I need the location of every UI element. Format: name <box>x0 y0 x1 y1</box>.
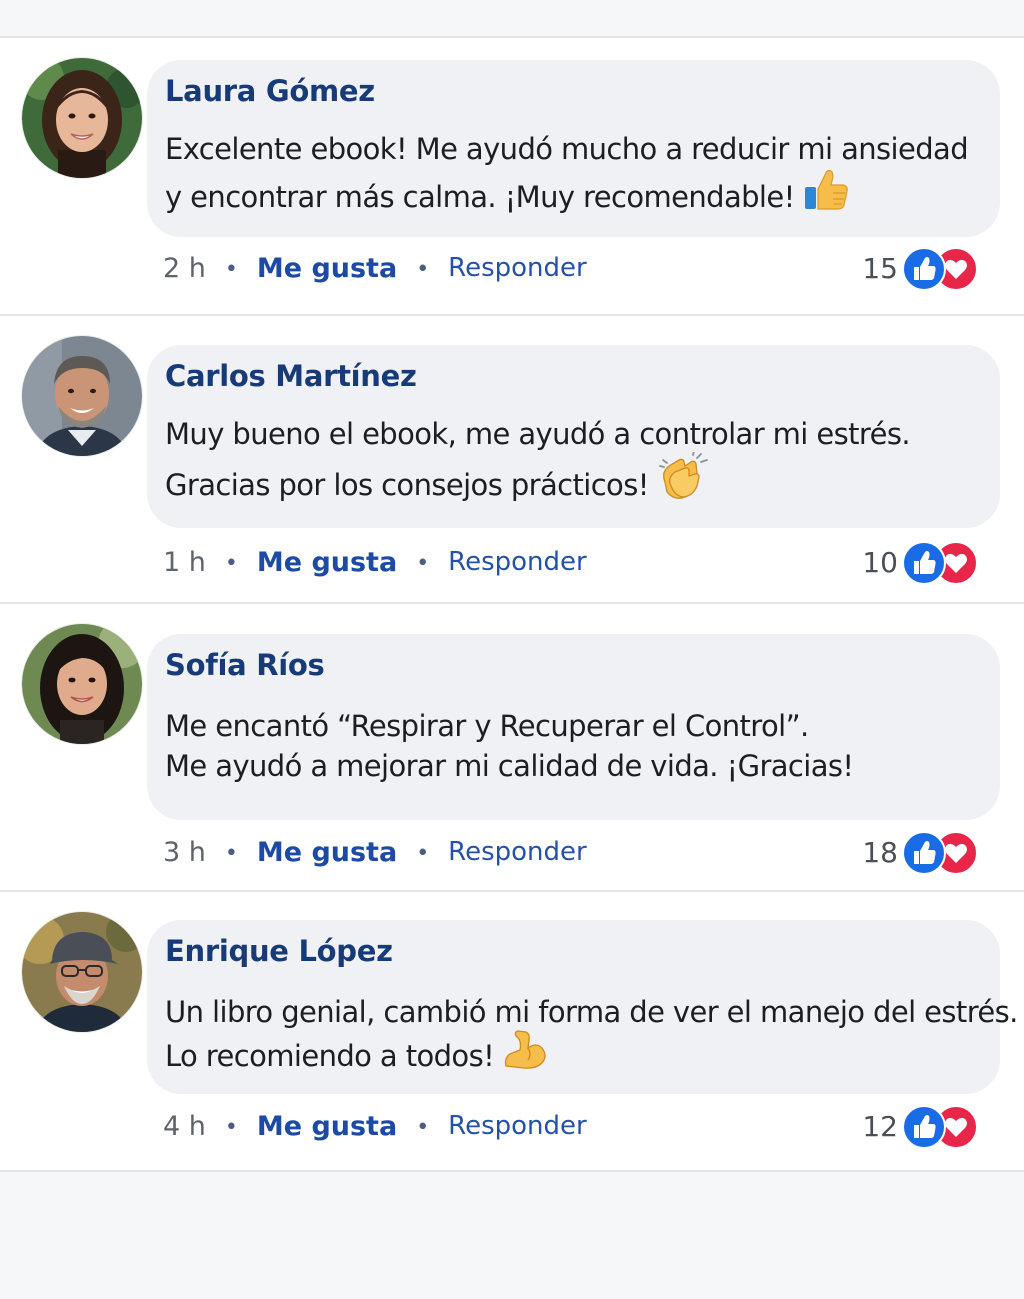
flexed-biceps-icon <box>502 1028 548 1080</box>
top-band <box>0 0 1024 38</box>
comment-actions: 2 h • Me gusta • Responder 15 <box>163 247 978 291</box>
like-button[interactable]: Me gusta <box>257 1111 397 1142</box>
reply-button[interactable]: Responder <box>448 253 587 283</box>
reaction-icons <box>902 247 978 291</box>
comment-text: Muy bueno el ebook, me ayudó a controlar… <box>165 413 980 518</box>
like-reaction-icon <box>902 541 946 585</box>
reactions-summary[interactable]: 12 <box>862 1105 978 1149</box>
comment-bubble: Enrique López Un libro genial, cambió mi… <box>147 920 1018 1094</box>
comment-timestamp[interactable]: 3 h <box>163 837 206 868</box>
comment-bubble: Sofía Ríos Me encantó “Respirar y Recupe… <box>147 634 1000 820</box>
comment-text-line: y encontrar más calma. ¡Muy recomendable… <box>165 180 795 214</box>
reply-button[interactable]: Responder <box>448 547 587 577</box>
like-reaction-icon <box>902 247 946 291</box>
comment-text-line: Gracias por los consejos prácticos! <box>165 468 649 502</box>
avatar-sofia-rios[interactable] <box>22 624 142 744</box>
avatar-enrique-lopez[interactable] <box>22 912 142 1032</box>
separator-dot: • <box>224 550 238 576</box>
comment-actions: 1 h • Me gusta • Responder 10 <box>163 541 978 585</box>
like-button[interactable]: Me gusta <box>257 253 397 284</box>
separator-dot: • <box>224 840 238 866</box>
avatar-carlos-martinez[interactable] <box>22 336 142 456</box>
comment-bubble: Laura Gómez Excelente ebook! Me ayudó mu… <box>147 60 1000 237</box>
reactions-summary[interactable]: 18 <box>862 831 978 875</box>
comment-text-line-with-emoji: Lo recomiendo a todos! <box>165 1030 980 1084</box>
comment-text-line: Lo recomiendo a todos! <box>165 1039 495 1073</box>
comment-text: Me encantó “Respirar y Recuperar el Cont… <box>165 706 980 786</box>
separator-dot: • <box>416 840 430 866</box>
comment-timestamp[interactable]: 2 h <box>163 253 206 284</box>
comment-text-line: Muy bueno el ebook, me ayudó a controlar… <box>165 417 911 451</box>
comment-timestamp[interactable]: 1 h <box>163 547 206 578</box>
comment-author[interactable]: Laura Gómez <box>165 74 980 108</box>
like-button[interactable]: Me gusta <box>257 547 397 578</box>
like-button[interactable]: Me gusta <box>257 837 397 868</box>
avatar-laura-gomez[interactable] <box>22 58 142 178</box>
comment-text-line: Me encantó “Respirar y Recuperar el Cont… <box>165 709 809 743</box>
separator-dot: • <box>224 1114 238 1140</box>
reaction-count: 18 <box>862 835 898 869</box>
comment-text-line: Me ayudó a mejorar mi calidad de vida. ¡… <box>165 749 854 783</box>
comment-item: Enrique López Un libro genial, cambió mi… <box>0 892 1024 1172</box>
reply-button[interactable]: Responder <box>448 837 587 867</box>
separator-dot: • <box>224 256 238 282</box>
comment-timestamp[interactable]: 4 h <box>163 1111 206 1142</box>
reactions-summary[interactable]: 10 <box>862 541 978 585</box>
reactions-summary[interactable]: 15 <box>862 247 978 291</box>
comment-text-line-with-emoji: Gracias por los consejos prácticos! <box>165 450 980 518</box>
like-reaction-icon <box>902 831 946 875</box>
comment-author[interactable]: Carlos Martínez <box>165 359 980 393</box>
comment-text: Excelente ebook! Me ayudó mucho a reduci… <box>165 128 980 227</box>
reaction-count: 12 <box>862 1109 898 1143</box>
comment-text-line: Excelente ebook! Me ayudó mucho a reduci… <box>165 132 969 166</box>
separator-dot: • <box>416 256 430 282</box>
clapping-hands-icon <box>657 450 709 514</box>
comment-actions: 4 h • Me gusta • Responder 12 <box>163 1105 978 1149</box>
comment-text-line: Un libro genial, cambió mi forma de ver … <box>165 995 1018 1029</box>
separator-dot: • <box>416 550 430 576</box>
reaction-icons <box>902 1105 978 1149</box>
comment-item: Sofía Ríos Me encantó “Respirar y Recupe… <box>0 604 1024 892</box>
comment-text: Un libro genial, cambió mi forma de ver … <box>165 992 1018 1084</box>
comment-feed: Laura Gómez Excelente ebook! Me ayudó mu… <box>0 38 1024 1172</box>
reaction-count: 15 <box>862 251 898 285</box>
reaction-count: 10 <box>862 545 898 579</box>
thumbs-up-icon <box>803 167 849 223</box>
comment-item: Laura Gómez Excelente ebook! Me ayudó mu… <box>0 38 1024 316</box>
comment-author[interactable]: Enrique López <box>165 934 980 968</box>
comment-actions: 3 h • Me gusta • Responder 18 <box>163 831 978 875</box>
comment-author[interactable]: Sofía Ríos <box>165 648 980 682</box>
reaction-icons <box>902 831 978 875</box>
comment-item: Carlos Martínez Muy bueno el ebook, me a… <box>0 316 1024 604</box>
reaction-icons <box>902 541 978 585</box>
like-reaction-icon <box>902 1105 946 1149</box>
reply-button[interactable]: Responder <box>448 1111 587 1141</box>
comment-bubble: Carlos Martínez Muy bueno el ebook, me a… <box>147 345 1000 528</box>
separator-dot: • <box>416 1114 430 1140</box>
comment-text-line-with-emoji: y encontrar más calma. ¡Muy recomendable… <box>165 169 980 227</box>
